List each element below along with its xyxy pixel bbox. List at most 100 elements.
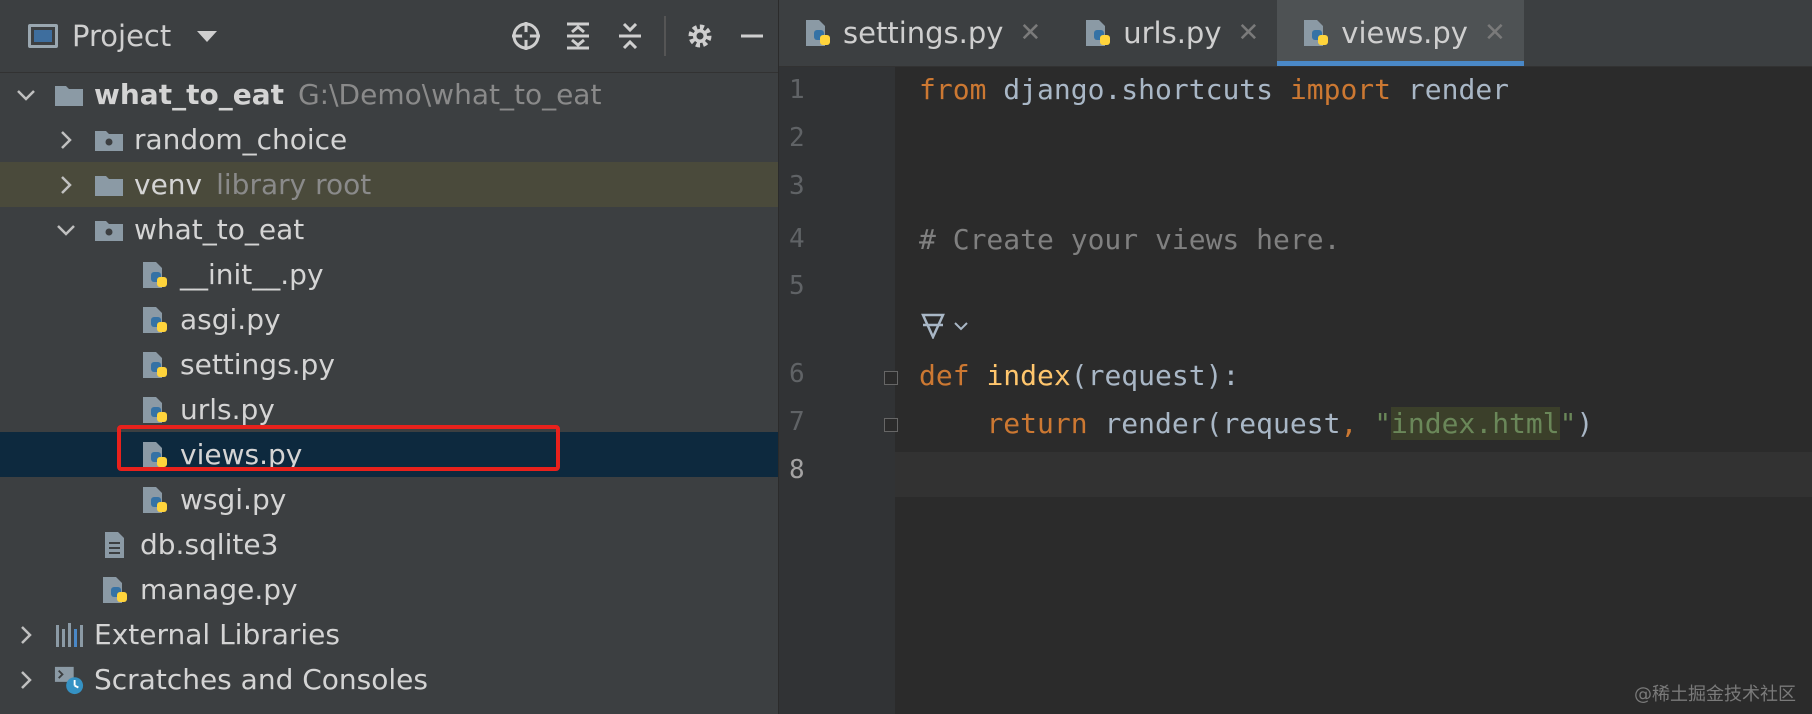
toolbar-separator [664, 16, 666, 56]
keyword: def [919, 359, 970, 392]
function-name: index [986, 359, 1071, 392]
libraries-icon [54, 620, 84, 650]
package-folder-icon [94, 125, 124, 155]
identifier: render [1391, 73, 1510, 106]
comma: , [1340, 407, 1375, 440]
project-view-title[interactable]: Project [72, 19, 171, 53]
keyword: return [986, 407, 1088, 440]
watermark: @稀土掘金技术社区 [1634, 684, 1796, 705]
chevron-down-icon[interactable] [197, 30, 218, 42]
tree-item-scratches[interactable]: Scratches and Consoles [0, 657, 778, 702]
folder-icon [54, 80, 84, 110]
tree-item-file[interactable]: db.sqlite3 [0, 522, 778, 567]
tree-item-what-to-eat[interactable]: what_to_eat [0, 207, 778, 252]
keyword: from [919, 73, 987, 106]
tab-label: urls.py [1123, 16, 1222, 50]
chevron-right-icon[interactable] [54, 128, 78, 152]
line-number: 3 [789, 171, 805, 201]
fold-marker[interactable] [884, 371, 898, 385]
line-number: 1 [789, 75, 805, 105]
code-line-6: def index(request): [919, 359, 1239, 392]
close-icon[interactable]: ✕ [1019, 18, 1041, 48]
tree-item-label: what_to_eat [134, 213, 305, 246]
params: (request): [1070, 359, 1240, 392]
chevron-down-icon[interactable] [953, 321, 969, 331]
tab-label: views.py [1341, 16, 1468, 50]
chevron-right-icon[interactable] [14, 668, 38, 692]
line-number-current: 8 [789, 455, 805, 485]
quote: " [1559, 407, 1577, 440]
project-tree: what_to_eat G:\Demo\what_to_eat random_c… [0, 72, 778, 702]
close-icon[interactable]: ✕ [1484, 18, 1506, 48]
line-number: 5 [789, 271, 805, 301]
python-file-icon [803, 18, 833, 48]
package-folder-icon [94, 215, 124, 245]
tree-item-label: views.py [180, 438, 303, 471]
chevron-down-icon[interactable] [14, 83, 38, 107]
django-icon [921, 313, 945, 339]
scratches-icon [54, 665, 84, 695]
editor-area: settings.py ✕ urls.py ✕ views.py ✕ 1 2 3… [779, 0, 1812, 714]
line-number: 4 [789, 224, 805, 254]
tree-item-label: manage.py [140, 573, 298, 606]
chevron-right-icon[interactable] [54, 173, 78, 197]
tree-item-external-libraries[interactable]: External Libraries [0, 612, 778, 657]
chevron-down-icon[interactable] [54, 218, 78, 242]
fold-marker[interactable] [884, 418, 898, 432]
tree-item-file[interactable]: asgi.py [0, 297, 778, 342]
tree-item-file[interactable]: settings.py [0, 342, 778, 387]
minimize-icon[interactable] [726, 10, 778, 62]
python-file-icon [100, 575, 130, 605]
chevron-right-icon[interactable] [14, 623, 38, 647]
code-line-7: return render(request, "index.html") [919, 407, 1593, 440]
folder-icon [94, 170, 124, 200]
tree-item-path: G:\Demo\what_to_eat [297, 78, 602, 111]
keyword: import [1289, 73, 1392, 106]
tree-item-file[interactable]: wsgi.py [0, 477, 778, 522]
close-icon[interactable]: ✕ [1238, 18, 1260, 48]
tree-item-venv[interactable]: venv library root [0, 162, 778, 207]
tab-label: settings.py [843, 16, 1004, 50]
line-number: 2 [789, 123, 805, 153]
python-file-icon [140, 395, 170, 425]
module-name: django.shortcuts [986, 73, 1290, 106]
code-editor[interactable]: from django.shortcuts import render # Cr… [895, 67, 1812, 714]
tree-item-label: urls.py [180, 393, 275, 426]
tree-item-file[interactable]: __init__.py [0, 252, 778, 297]
tree-item-label: venv [134, 168, 203, 201]
code-line-1: from django.shortcuts import render [919, 73, 1509, 106]
python-file-icon [1301, 18, 1331, 48]
python-file-icon [1083, 18, 1113, 48]
tree-item-label: settings.py [180, 348, 335, 381]
python-file-icon [140, 350, 170, 380]
tree-item-label: __init__.py [180, 258, 324, 291]
library-root-label: library root [216, 168, 372, 201]
project-toolbar: Project [0, 0, 778, 73]
project-tool-window: Project what_to_eat G:\Demo\what_to_eat … [0, 0, 779, 714]
tree-item-random-choice[interactable]: random_choice [0, 117, 778, 162]
code-line-4: # Create your views here. [919, 223, 1341, 256]
tree-item-label: wsgi.py [180, 483, 287, 516]
tree-item-label: what_to_eat [94, 78, 284, 111]
python-file-icon [140, 485, 170, 515]
string-literal: index.html [1391, 407, 1560, 440]
tab-settings-py[interactable]: settings.py ✕ [779, 0, 1059, 66]
tree-item-label: asgi.py [180, 303, 281, 336]
text-file-icon [100, 530, 130, 560]
tab-views-py[interactable]: views.py ✕ [1277, 0, 1525, 66]
tree-item-root[interactable]: what_to_eat G:\Demo\what_to_eat [0, 72, 778, 117]
gear-icon[interactable] [674, 10, 726, 62]
call-expression: render(request [1087, 407, 1341, 440]
tree-item-file[interactable]: manage.py [0, 567, 778, 612]
line-number: 6 [789, 359, 805, 389]
project-window-icon [28, 24, 58, 48]
tree-item-label: Scratches and Consoles [94, 663, 428, 696]
tree-item-file-selected[interactable]: views.py [0, 432, 778, 477]
expand-all-icon[interactable] [552, 10, 604, 62]
django-view-gutter-icon[interactable] [919, 313, 969, 339]
locate-file-icon[interactable] [500, 10, 552, 62]
tree-item-file[interactable]: urls.py [0, 387, 778, 432]
line-number-gutter: 1 2 3 4 5 6 7 8 [779, 67, 895, 714]
collapse-all-icon[interactable] [604, 10, 656, 62]
tab-urls-py[interactable]: urls.py ✕ [1059, 0, 1277, 66]
